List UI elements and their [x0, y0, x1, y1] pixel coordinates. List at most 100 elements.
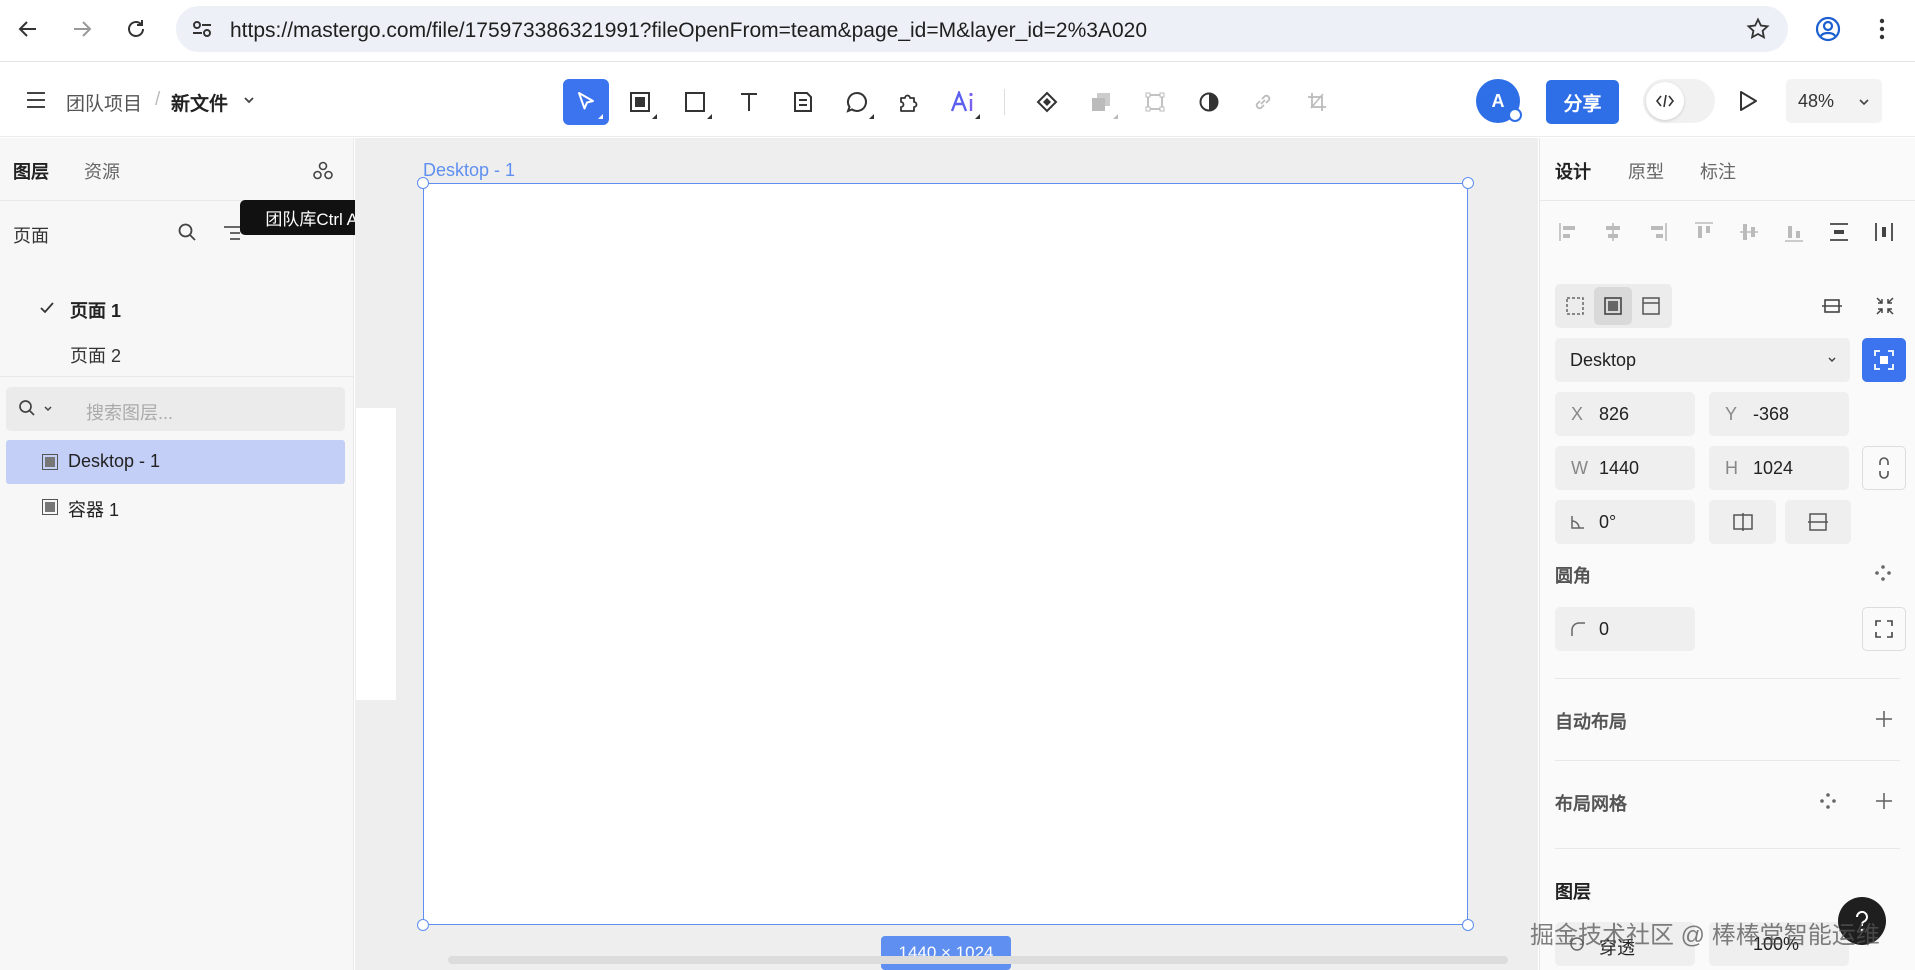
team-library-icon[interactable] — [312, 160, 334, 182]
tab-design[interactable]: 设计 — [1555, 158, 1591, 184]
w-value: 1440 — [1599, 458, 1640, 478]
text-tool-button[interactable] — [726, 79, 772, 125]
frame-icon — [42, 454, 58, 470]
fit-frame-button[interactable] — [1862, 338, 1906, 382]
zoom-select[interactable]: 48% — [1786, 79, 1882, 123]
y-label: Y — [1725, 404, 1738, 424]
y-value: -368 — [1753, 404, 1790, 424]
back-button[interactable] — [12, 13, 44, 45]
align-right-icon[interactable] — [1648, 221, 1668, 243]
align-top-icon[interactable] — [1693, 221, 1715, 243]
bookmark-star-icon[interactable] — [1746, 17, 1770, 41]
align-center-v-icon[interactable] — [1738, 221, 1760, 243]
add-auto-layout-icon[interactable] — [1874, 709, 1894, 729]
independent-corners-button[interactable] — [1862, 607, 1906, 651]
file-name[interactable]: 新文件 — [171, 89, 228, 116]
site-settings-icon[interactable] — [190, 17, 214, 41]
size-badge: 1440 × 1024 — [881, 936, 1011, 970]
frame-tool-button[interactable] — [617, 79, 663, 125]
rectangle-tool-button[interactable] — [672, 79, 718, 125]
address-bar[interactable]: https://mastergo.com/file/17597338632199… — [176, 6, 1788, 52]
plugin-tool-button[interactable] — [886, 79, 932, 125]
x-value: 826 — [1599, 404, 1630, 424]
tab-annotate[interactable]: 标注 — [1700, 158, 1736, 184]
page-item-2[interactable]: 页面 2 — [0, 331, 353, 375]
resize-handle-br[interactable] — [1462, 919, 1474, 931]
share-button[interactable]: 分享 — [1546, 80, 1619, 124]
resize-handle-tr[interactable] — [1462, 177, 1474, 189]
width-field[interactable]: W 1440 — [1555, 446, 1695, 490]
component-diamond-icon — [1036, 91, 1058, 113]
tab-assets[interactable]: 资源 — [84, 158, 120, 184]
forward-button[interactable] — [66, 13, 98, 45]
layer-item-container[interactable]: 容器 1 — [6, 485, 345, 529]
boolean-button[interactable] — [1078, 79, 1124, 125]
page-item-1[interactable]: 页面 1 — [0, 286, 353, 330]
resize-handle-tl[interactable] — [417, 177, 429, 189]
component-button[interactable] — [1024, 79, 1070, 125]
browser-menu-button[interactable] — [1866, 13, 1898, 45]
main-menu-icon[interactable] — [25, 91, 47, 109]
page-item-label: 页面 2 — [70, 346, 122, 366]
dev-mode-toggle[interactable] — [1643, 79, 1715, 123]
play-icon[interactable] — [1737, 89, 1759, 113]
section-icon — [1642, 297, 1660, 315]
align-bottom-icon[interactable] — [1783, 221, 1805, 243]
search-pages-icon[interactable] — [177, 222, 197, 242]
mask-contrast-icon — [1199, 92, 1219, 112]
add-layout-grid-icon[interactable] — [1874, 791, 1894, 811]
rotation-field[interactable]: 0° — [1555, 500, 1695, 544]
crop-button[interactable] — [1294, 79, 1340, 125]
chevron-down-icon — [44, 406, 52, 412]
profile-button[interactable] — [1812, 13, 1844, 45]
move-tool-button[interactable] — [563, 79, 609, 125]
link-button[interactable] — [1240, 79, 1286, 125]
horizontal-scrollbar[interactable] — [448, 956, 1508, 964]
mask-button[interactable] — [1186, 79, 1232, 125]
tab-prototype[interactable]: 原型 — [1628, 158, 1664, 184]
back-arrow-icon — [18, 21, 36, 37]
desktop-frame[interactable] — [423, 183, 1468, 925]
clip-content-button[interactable] — [1810, 284, 1854, 328]
align-left-icon[interactable] — [1558, 221, 1578, 243]
ai-icon — [950, 91, 973, 112]
tab-layers[interactable]: 图层 — [13, 158, 49, 184]
grid-style-icon[interactable] — [1819, 792, 1837, 810]
form-tool-button[interactable] — [780, 79, 826, 125]
clip-content-icon — [1822, 299, 1842, 313]
constrain-proportions-button[interactable] — [1862, 446, 1906, 490]
frame-label[interactable]: Desktop - 1 — [423, 160, 515, 181]
frame-type-frame-button[interactable] — [1594, 287, 1632, 325]
canvas[interactable]: Desktop - 1 1440 × 1024 — [355, 138, 1538, 970]
frame-preset-select[interactable]: Desktop — [1555, 338, 1850, 382]
corner-radius-field[interactable]: 0 — [1555, 607, 1695, 651]
chevron-down-icon[interactable] — [243, 95, 255, 105]
ai-tool-button[interactable] — [940, 79, 986, 125]
resize-handle-bl[interactable] — [417, 919, 429, 931]
reload-button[interactable] — [120, 13, 152, 45]
align-center-h-icon[interactable] — [1603, 221, 1623, 243]
corner-radius-value: 0 — [1599, 619, 1610, 639]
layer-search-input[interactable]: 搜索图层... — [6, 387, 345, 431]
comment-tool-button[interactable] — [834, 79, 880, 125]
url-text[interactable]: https://mastergo.com/file/17597338632199… — [230, 19, 1147, 43]
distribute-vertical-icon[interactable] — [1828, 221, 1850, 243]
y-field[interactable]: Y -368 — [1709, 392, 1849, 436]
offscreen-frame[interactable] — [356, 408, 396, 700]
frame-type-section-button[interactable] — [1632, 284, 1670, 328]
corner-style-icon[interactable] — [1874, 564, 1892, 582]
outline-button[interactable] — [1132, 79, 1178, 125]
x-field[interactable]: X 826 — [1555, 392, 1695, 436]
flip-horizontal-button[interactable] — [1709, 500, 1776, 544]
frame-type-none-button[interactable] — [1556, 284, 1594, 328]
fit-frame-icon — [1874, 350, 1894, 370]
page-list-icon[interactable] — [222, 224, 242, 242]
page-item-label: 页面 1 — [70, 301, 122, 321]
search-icon — [19, 400, 35, 416]
team-project-link[interactable]: 团队项目 — [66, 89, 142, 116]
distribute-horizontal-icon[interactable] — [1873, 221, 1895, 243]
height-field[interactable]: H 1024 — [1709, 446, 1849, 490]
collapse-button[interactable] — [1863, 284, 1907, 328]
flip-vertical-button[interactable] — [1785, 500, 1851, 544]
layer-item-desktop[interactable]: Desktop - 1 — [6, 440, 345, 484]
